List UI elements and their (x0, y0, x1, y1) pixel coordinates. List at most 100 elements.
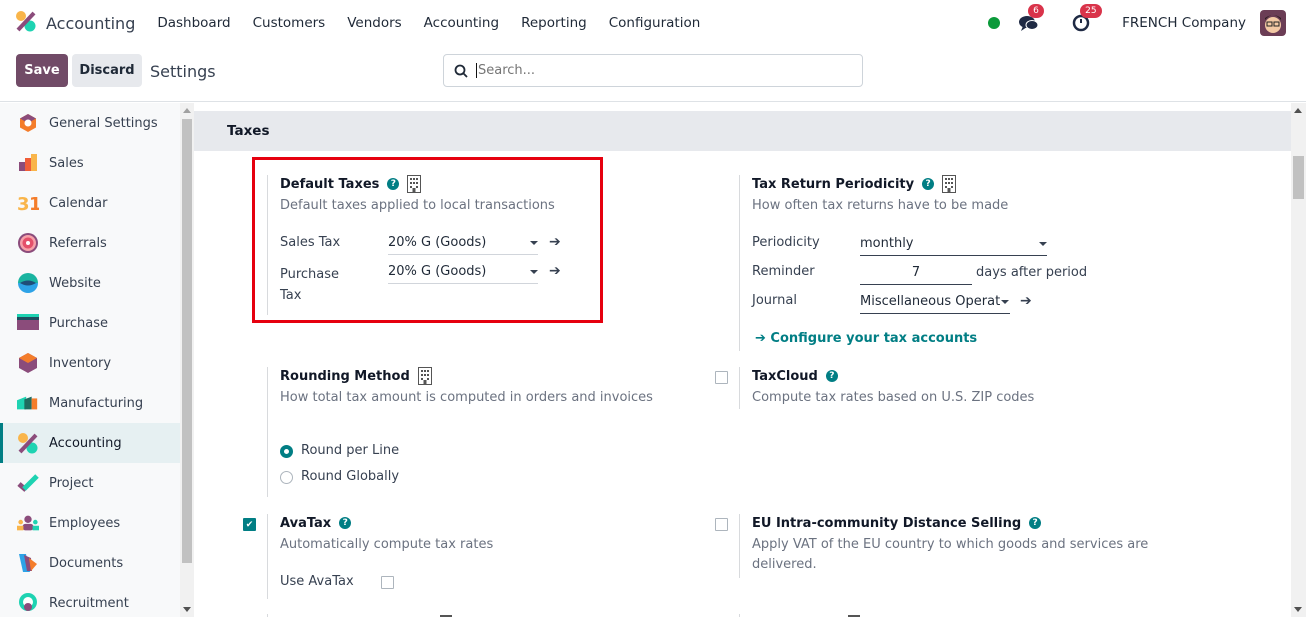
sidebar-item-sales[interactable]: Sales (0, 143, 180, 183)
sidebar-item-recruitment[interactable]: Recruitment (0, 583, 180, 623)
reminder-days-input[interactable]: 7 (860, 263, 972, 285)
setting-eu-distance-selling: EU Intra-community Distance Selling? App… (739, 514, 1159, 578)
setting-taxcloud: TaxCloud? Compute tax rates based on U.S… (739, 367, 1099, 409)
use-avatax-checkbox[interactable] (381, 576, 394, 589)
nav-accounting[interactable]: Accounting (424, 15, 499, 31)
round-per-line-radio[interactable] (280, 445, 293, 458)
setting-title: Tax Return Periodicity (752, 176, 915, 192)
discard-button[interactable]: Discard (72, 54, 142, 87)
help-icon[interactable]: ? (387, 178, 400, 190)
project-icon (17, 472, 39, 494)
nav-dashboard[interactable]: Dashboard (157, 15, 230, 31)
svg-text:3: 3 (17, 194, 30, 213)
setting-description: Default taxes applied to local transacti… (280, 198, 555, 213)
sidebar-item-inventory[interactable]: Inventory (0, 343, 180, 383)
purchase-tax-open-arrow-icon[interactable]: ➔ (549, 263, 561, 279)
company-building-icon (407, 175, 422, 193)
setting-description: How total tax amount is computed in orde… (280, 390, 653, 405)
chevron-down-icon (530, 270, 538, 274)
scroll-up-icon[interactable] (1294, 108, 1302, 113)
round-globally-label[interactable]: Round Globally (301, 469, 399, 484)
sidebar-item-employees[interactable]: Employees (0, 503, 180, 543)
company-switcher[interactable]: FRENCH Company (1122, 15, 1246, 31)
search-box[interactable] (443, 54, 863, 87)
inventory-icon (17, 352, 39, 374)
setting-title: AvaTax (280, 515, 332, 531)
sidebar-item-label: Documents (49, 555, 124, 571)
setting-description: Automatically compute tax rates (280, 537, 494, 552)
nav-vendors[interactable]: Vendors (347, 15, 401, 31)
configure-tax-accounts-link[interactable]: ➔ Configure your tax accounts (755, 331, 977, 346)
sidebar-item-manufacturing[interactable]: Manufacturing (0, 383, 180, 423)
sidebar-item-documents[interactable]: Documents (0, 543, 180, 583)
arrow-right-icon: ➔ (755, 331, 771, 346)
eu-distance-selling-checkbox[interactable] (715, 518, 728, 531)
help-icon[interactable]: ? (339, 517, 352, 529)
nav-configuration[interactable]: Configuration (609, 15, 701, 31)
setting-description: Compute tax rates based on U.S. ZIP code… (752, 390, 1035, 405)
journal-label: Journal (752, 293, 797, 308)
messages-button[interactable]: 6 (1018, 4, 1044, 34)
reminder-label: Reminder (752, 264, 815, 279)
app-brand[interactable]: Accounting (15, 10, 146, 36)
taxcloud-checkbox[interactable] (715, 371, 728, 384)
employees-icon (17, 512, 39, 534)
documents-icon (17, 552, 39, 574)
round-globally-radio[interactable] (280, 471, 293, 484)
setting-title: Default Taxes (280, 176, 380, 192)
sales-tax-select[interactable]: 20% G (Goods) (388, 233, 538, 255)
search-input[interactable] (476, 63, 836, 78)
sidebar-item-label: General Settings (49, 115, 158, 131)
presence-status-icon (988, 17, 1001, 29)
journal-select[interactable]: Miscellaneous Operat (860, 292, 1010, 314)
sidebar-item-calendar[interactable]: 31 Calendar (0, 183, 180, 223)
avatax-checkbox[interactable]: ✔ (243, 518, 256, 531)
section-title-taxes: Taxes (194, 111, 1291, 151)
save-button[interactable]: Save (16, 54, 68, 87)
purchase-tax-select[interactable]: 20% G (Goods) (388, 262, 538, 284)
setting-title: TaxCloud (752, 368, 818, 384)
activities-count-badge: 25 (1080, 4, 1102, 18)
app-name: Accounting (46, 13, 136, 33)
top-navbar: Accounting Dashboard Customers Vendors A… (0, 0, 1306, 46)
help-icon[interactable]: ? (922, 178, 935, 190)
help-icon[interactable]: ? (825, 370, 838, 382)
purchase-icon (17, 312, 39, 334)
sidebar-item-project[interactable]: Project (0, 463, 180, 503)
round-per-line-label[interactable]: Round per Line (301, 443, 399, 458)
main-scrollbar[interactable] (1291, 103, 1306, 617)
sidebar-item-label: Referrals (49, 235, 107, 251)
accounting-app-icon (15, 10, 37, 36)
nav-customers[interactable]: Customers (253, 15, 326, 31)
activities-button[interactable]: 25 (1070, 4, 1102, 34)
company-building-icon (417, 367, 432, 385)
user-avatar[interactable] (1260, 10, 1286, 36)
sidebar-item-label: Calendar (49, 195, 108, 211)
setting-description: Apply VAT of the EU country to which goo… (752, 537, 1149, 572)
purchase-tax-label: Purchase Tax (280, 267, 340, 303)
nav-reporting[interactable]: Reporting (521, 15, 587, 31)
setting-title: EU Intra-community Distance Selling (752, 515, 1022, 531)
help-icon[interactable]: ? (1029, 517, 1042, 529)
chevron-down-icon (530, 241, 538, 245)
sales-tax-open-arrow-icon[interactable]: ➔ (549, 234, 561, 250)
sidebar-item-label: Website (49, 275, 101, 291)
sidebar-scrollbar[interactable] (180, 103, 194, 617)
periodicity-select[interactable]: monthly (860, 234, 1047, 256)
scroll-down-icon[interactable] (1294, 607, 1302, 612)
sidebar-item-accounting[interactable]: Accounting (0, 423, 180, 463)
sidebar-item-website[interactable]: Website (0, 263, 180, 303)
settings-sidebar: General Settings Sales 31 Calendar Refer… (0, 103, 180, 617)
main-scroll-thumb[interactable] (1293, 156, 1304, 199)
scroll-up-icon[interactable] (183, 108, 191, 113)
sidebar-item-general-settings[interactable]: General Settings (0, 103, 180, 143)
sidebar-scroll-thumb[interactable] (182, 119, 192, 563)
journal-open-arrow-icon[interactable]: ➔ (1020, 293, 1032, 309)
scroll-down-icon[interactable] (183, 607, 191, 612)
sidebar-item-referrals[interactable]: Referrals (0, 223, 180, 263)
use-avatax-label: Use AvaTax (280, 574, 354, 589)
chevron-down-icon (1039, 242, 1047, 246)
referrals-icon (17, 232, 39, 254)
sidebar-item-purchase[interactable]: Purchase (0, 303, 180, 343)
periodicity-label: Periodicity (752, 235, 820, 250)
